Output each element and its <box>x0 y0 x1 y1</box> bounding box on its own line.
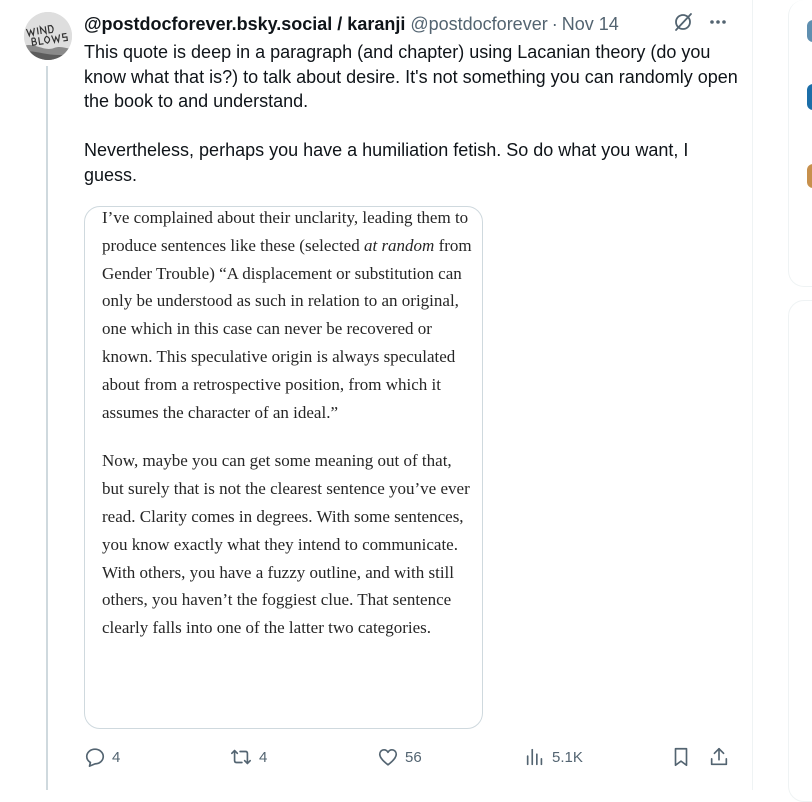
sidebar-panel <box>788 0 812 287</box>
bookmark-button[interactable] <box>670 744 692 770</box>
tweet-paragraph: Nevertheless, perhaps you have a humilia… <box>84 140 689 185</box>
excerpt-italic: at random <box>363 235 435 255</box>
avatar[interactable] <box>24 12 72 60</box>
repost-icon <box>229 746 253 768</box>
more-icon[interactable] <box>708 12 728 37</box>
action-bar: 4 4 56 5.1K <box>84 744 736 770</box>
excerpt-paragraph: I’ve complained about their unclarity, l… <box>102 207 474 426</box>
thread-line <box>46 66 48 790</box>
excerpt-text: from Gender Trouble) “A displacement or … <box>102 235 472 422</box>
book-excerpt: I’ve complained about their unclarity, l… <box>102 207 474 642</box>
tweet-text: This quote is deep in a paragraph (and c… <box>84 40 744 187</box>
sidebar-avatar[interactable] <box>807 164 812 188</box>
like-count: 56 <box>405 748 422 766</box>
views-count: 5.1K <box>552 748 583 766</box>
views-icon <box>524 746 546 768</box>
display-name[interactable]: @postdocforever.bsky.social / karanji <box>84 14 405 35</box>
avatar-image <box>24 12 72 60</box>
excerpt-paragraph: Now, maybe you can get some meaning out … <box>102 451 470 638</box>
sidebar-avatar[interactable] <box>807 20 812 42</box>
like-icon <box>377 746 399 768</box>
repost-count: 4 <box>259 748 268 766</box>
bookmark-icon <box>670 746 692 768</box>
tweet-paragraph: This quote is deep in a paragraph (and c… <box>84 42 738 111</box>
tweet-date[interactable]: Nov 14 <box>562 14 619 35</box>
like-button[interactable]: 56 <box>377 744 422 770</box>
header-icons <box>672 12 728 36</box>
tweet: @postdocforever.bsky.social / karanji @p… <box>0 0 753 790</box>
right-sidebar <box>752 0 812 802</box>
views-button[interactable]: 5.1K <box>524 744 583 770</box>
separator-dot: · <box>551 13 558 34</box>
reply-button[interactable]: 4 <box>84 744 120 770</box>
reply-icon <box>84 746 106 768</box>
share-icon <box>708 746 730 768</box>
sidebar-avatar[interactable] <box>807 84 812 110</box>
repost-button[interactable]: 4 <box>229 744 267 770</box>
share-button[interactable] <box>708 744 730 770</box>
media-image[interactable]: I’ve complained about their unclarity, l… <box>84 206 483 729</box>
grok-icon[interactable] <box>672 11 694 38</box>
user-handle[interactable]: @postdocforever <box>410 14 547 35</box>
tweet-header: @postdocforever.bsky.social / karanji @p… <box>84 12 734 36</box>
reply-count: 4 <box>112 748 121 766</box>
sidebar-panel <box>788 300 812 802</box>
